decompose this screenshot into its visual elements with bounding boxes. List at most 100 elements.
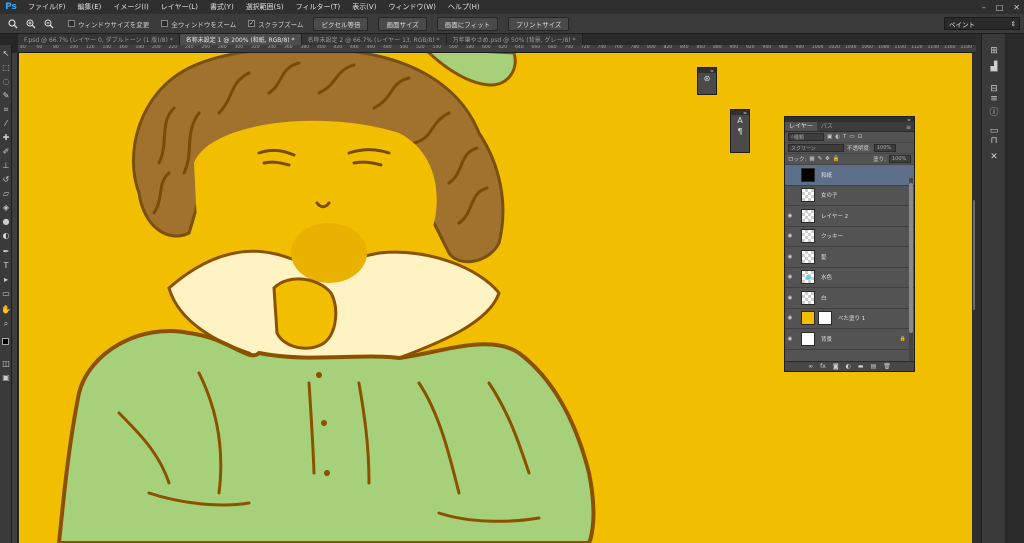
- move-tool-icon[interactable]: ↖: [1, 49, 11, 59]
- tab-document-4[interactable]: 万年筆やさめ.psd @ 50% (背景, グレー/8) *: [446, 34, 583, 45]
- tab-document-2[interactable]: 名称未設定 1 @ 200% (和紙, RGB/8) *: [179, 34, 302, 45]
- brush-presets-panel-icon[interactable]: ⊟: [988, 84, 1000, 94]
- layer-row-light-blue[interactable]: ◉ 水色: [785, 268, 914, 288]
- resize-windows-checkbox[interactable]: [68, 20, 75, 27]
- actual-pixels-button[interactable]: ピクセル等倍: [313, 16, 369, 31]
- layer-row-layer2[interactable]: ◉ レイヤー 2: [785, 206, 914, 227]
- quick-select-tool-icon[interactable]: ✎: [1, 91, 11, 101]
- screen-mode-icon[interactable]: ▣: [1, 373, 11, 383]
- kind-filter-select[interactable]: ⌕ 種類: [788, 133, 824, 141]
- workspace-select[interactable]: ペイント ⇕: [944, 17, 1020, 30]
- paragraph-panel-icon[interactable]: ¶: [731, 126, 749, 137]
- eye-icon[interactable]: ◉: [785, 336, 795, 342]
- lock-pixels-icon[interactable]: ✎: [818, 156, 823, 162]
- actions-panel-icon[interactable]: ▭: [988, 126, 1000, 136]
- layer-row-girl[interactable]: 女の子: [785, 186, 914, 206]
- character-panel-icon[interactable]: A: [731, 115, 749, 126]
- clone-source-icon[interactable]: ⊛: [698, 73, 716, 84]
- menu-image[interactable]: イメージ(I): [107, 2, 154, 12]
- print-size-button[interactable]: プリントサイズ: [508, 16, 570, 31]
- tab-document-1[interactable]: F.psd @ 66.7% (レイヤー 0, ダブルトーン (1 版)/8) *: [18, 34, 180, 45]
- path-select-tool-icon[interactable]: ▸: [1, 275, 11, 285]
- tab-layers[interactable]: レイヤー: [785, 122, 817, 131]
- blend-mode-select[interactable]: スクリーン: [788, 144, 844, 152]
- layer-row-hair[interactable]: ◉ 髪: [785, 247, 914, 268]
- filter-type-icon[interactable]: T: [843, 134, 846, 140]
- fill-screen-button[interactable]: 画面にフィット: [436, 16, 499, 31]
- zoom-tool-icon[interactable]: ⌕: [1, 319, 11, 329]
- eraser-tool-icon[interactable]: ▱: [1, 189, 11, 199]
- zoom-in-icon[interactable]: [24, 17, 38, 31]
- foreground-color-swatch[interactable]: [2, 338, 9, 345]
- eye-icon[interactable]: ◉: [785, 254, 795, 260]
- eye-icon[interactable]: ◉: [785, 274, 795, 280]
- menu-layer[interactable]: レイヤー(L): [155, 2, 204, 12]
- zoom-icon[interactable]: [6, 17, 20, 31]
- histogram-panel-icon[interactable]: ▟: [988, 62, 1000, 72]
- dodge-tool-icon[interactable]: ◐: [1, 231, 11, 241]
- fit-screen-button[interactable]: 画面サイズ: [378, 16, 427, 31]
- menu-filter[interactable]: フィルター(T): [290, 2, 347, 12]
- close-icon[interactable]: ✕: [1013, 3, 1020, 12]
- zoom-all-option[interactable]: 全ウィンドウをズーム: [161, 19, 236, 29]
- layer-style-icon[interactable]: fx: [820, 363, 826, 370]
- maximize-icon[interactable]: □: [996, 3, 1004, 12]
- hand-tool-icon[interactable]: ✋: [1, 305, 11, 315]
- tab-document-3[interactable]: 名称未設定 2 @ 66.7% (レイヤー 13, RGB/8) *: [301, 34, 447, 45]
- zoom-all-checkbox[interactable]: [161, 20, 169, 27]
- filter-pixel-icon[interactable]: ▣: [827, 134, 832, 140]
- stamp-tool-icon[interactable]: ⊥: [1, 161, 11, 171]
- history-brush-tool-icon[interactable]: ↺: [1, 175, 11, 185]
- eye-icon[interactable]: ◉: [785, 295, 795, 301]
- lock-transparent-icon[interactable]: ▦: [809, 156, 814, 162]
- menu-edit[interactable]: 編集(E): [72, 2, 108, 12]
- layer-row-cookie[interactable]: ◉ クッキー: [785, 227, 914, 247]
- new-layer-icon[interactable]: ▤: [871, 363, 877, 370]
- eye-icon[interactable]: ◉: [785, 233, 795, 239]
- crop-tool-icon[interactable]: ⌗: [1, 105, 11, 115]
- lock-position-icon[interactable]: ✥: [825, 156, 830, 162]
- lasso-tool-icon[interactable]: ◌: [1, 77, 11, 87]
- opacity-input[interactable]: 100%: [873, 144, 896, 152]
- add-mask-icon[interactable]: ◙: [833, 363, 839, 370]
- resize-windows-option[interactable]: ウィンドウサイズを変更: [68, 19, 149, 29]
- tool-presets-panel-icon[interactable]: ✕: [988, 152, 1000, 162]
- scrubby-zoom-option[interactable]: スクラブズーム: [248, 19, 303, 29]
- zoom-out-icon[interactable]: [42, 17, 56, 31]
- minimize-icon[interactable]: –: [982, 3, 986, 12]
- paint-bucket-tool-icon[interactable]: ◈: [1, 203, 11, 213]
- shape-tool-icon[interactable]: ▭: [1, 289, 11, 299]
- type-tool-icon[interactable]: T: [1, 261, 11, 271]
- menu-file[interactable]: ファイル(F): [22, 2, 72, 12]
- filter-shape-icon[interactable]: ▭: [849, 134, 854, 140]
- healing-brush-tool-icon[interactable]: ✚: [1, 133, 11, 143]
- navigator-panel-icon[interactable]: ⊓: [988, 136, 1000, 146]
- channels-panel-icon[interactable]: ≡: [988, 94, 1000, 104]
- history-panel-icon[interactable]: ⊞: [988, 46, 1000, 56]
- eye-icon[interactable]: ◉: [785, 315, 795, 321]
- lock-all-icon[interactable]: 🔒: [833, 156, 840, 162]
- menu-help[interactable]: ヘルプ(H): [442, 2, 486, 12]
- layer-row-background[interactable]: ◉ 背景 🔒: [785, 329, 914, 350]
- menu-view[interactable]: 表示(V): [346, 2, 382, 12]
- layer-row-solid-fill[interactable]: ◉ べた塗り 1: [785, 309, 914, 329]
- marquee-tool-icon[interactable]: ⬚: [1, 63, 11, 73]
- layer-row-washi[interactable]: 和紙: [785, 165, 914, 186]
- blur-tool-icon[interactable]: ●: [1, 217, 11, 227]
- eyedropper-tool-icon[interactable]: ⁄: [1, 119, 11, 129]
- menu-type[interactable]: 書式(Y): [204, 2, 240, 12]
- adjustment-layer-icon[interactable]: ◐: [846, 363, 851, 370]
- layer-row-white[interactable]: ◉ 白: [785, 288, 914, 309]
- filter-adjustment-icon[interactable]: ◐: [835, 134, 840, 140]
- menu-window[interactable]: ウィンドウ(W): [382, 2, 441, 12]
- quick-mask-icon[interactable]: ◫: [1, 359, 11, 369]
- eye-icon[interactable]: ◉: [785, 213, 795, 219]
- fill-input[interactable]: 100%: [889, 155, 911, 163]
- tab-paths[interactable]: パス: [817, 122, 837, 131]
- delete-layer-icon[interactable]: 🗑: [883, 363, 891, 370]
- menu-select[interactable]: 選択範囲(S): [240, 2, 290, 12]
- canvas-scroll-thumb[interactable]: [973, 200, 975, 310]
- pen-tool-icon[interactable]: ✒: [1, 247, 11, 257]
- info-panel-icon[interactable]: ⓘ: [988, 108, 1000, 118]
- layer-mask-thumbnail[interactable]: [818, 311, 832, 326]
